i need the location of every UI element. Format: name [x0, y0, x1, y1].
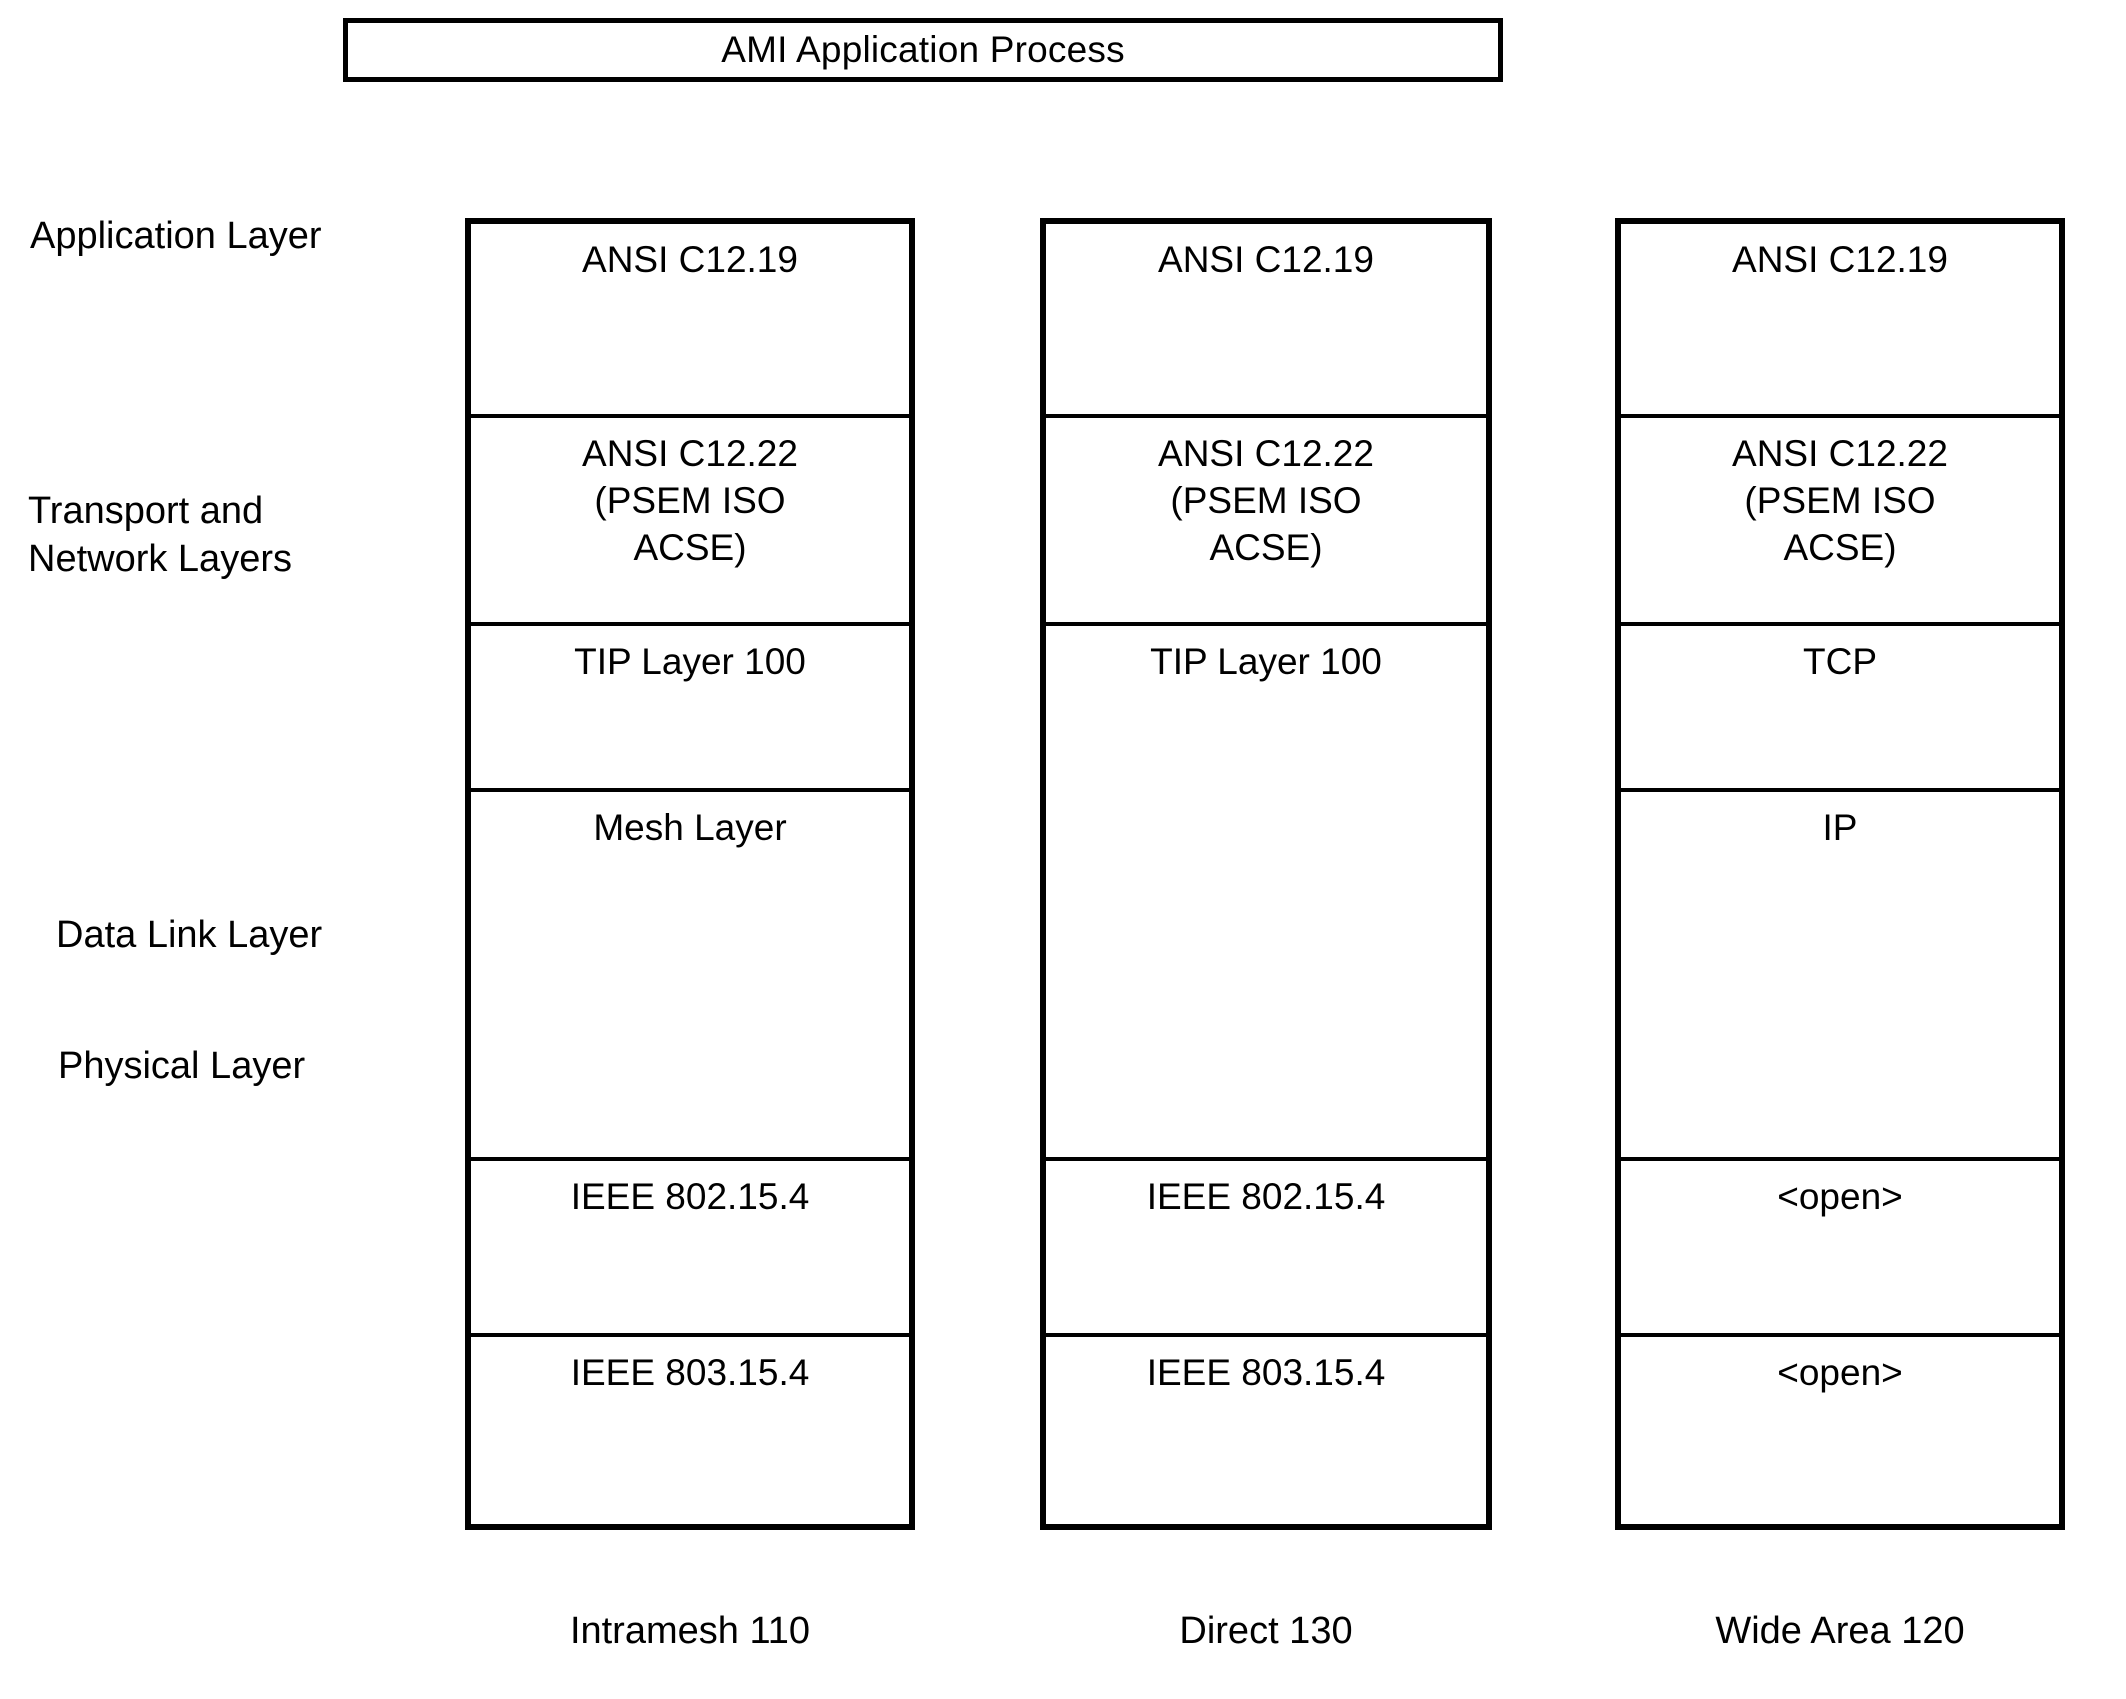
stack-cell: Mesh Layer: [471, 792, 909, 1162]
stack-cell-label: ANSI C12.22 (PSEM ISO ACSE): [1158, 432, 1374, 568]
stack-cell: ANSI C12.22 (PSEM ISO ACSE): [1621, 418, 2059, 626]
stack-cell-label: ANSI C12.19: [1732, 239, 1948, 280]
layer-caption-physical-layer: Physical Layer: [58, 1045, 306, 1087]
stack-cell: ANSI C12.19: [1046, 224, 1486, 418]
stack-cell-label: IEEE 802.15.4: [1146, 1176, 1386, 1218]
protocol-stack-wide-area: ANSI C12.19 ANSI C12.22 (PSEM ISO ACSE) TC…: [1615, 218, 2065, 1530]
stack-cell-label: IEEE 803.15.4: [1146, 1351, 1386, 1393]
stack-cell: IEEE 803.15.4: [471, 1337, 909, 1524]
stack-cell: TIP Layer 100: [1046, 626, 1486, 1162]
layer-caption-data-link-layer: Data Link Layer: [56, 914, 323, 956]
stack-cell-label: IEEE 802.15.4: [570, 1176, 810, 1218]
stack-cell: ANSI C12.19: [1621, 224, 2059, 418]
stack-cell-label: IP: [1822, 807, 1858, 849]
stack-caption-intramesh: Intramesh 110: [569, 1610, 811, 1652]
stack-cell: TCP: [1621, 626, 2059, 793]
stack-cell-label: TIP Layer 100: [574, 640, 806, 682]
stack-cell-label: <open>: [1777, 1351, 1903, 1393]
stack-cell: ANSI C12.22 (PSEM ISO ACSE): [1046, 418, 1486, 626]
stack-cell: IEEE 803.15.4: [1046, 1337, 1486, 1524]
ami-application-process-box: AMI Application Process: [343, 18, 1503, 82]
layer-caption-transport-and-network-layers: Transport and Network Layers: [28, 490, 292, 580]
protocol-stack-intramesh: ANSI C12.19 ANSI C12.22 (PSEM ISO ACSE) TI…: [465, 218, 915, 1530]
stack-cell-label: ANSI C12.19: [1158, 239, 1374, 280]
stack-cell-label: ANSI C12.22 (PSEM ISO ACSE): [582, 432, 798, 568]
stack-cell: <open>: [1621, 1161, 2059, 1337]
figure-canvas: AMI Application Process Application Laye…: [0, 0, 2126, 1699]
stack-cell: ANSI C12.19: [471, 224, 909, 418]
stack-cell: IP: [1621, 792, 2059, 1162]
stack-cell: ANSI C12.22 (PSEM ISO ACSE): [471, 418, 909, 626]
stack-cell: TIP Layer 100: [471, 626, 909, 793]
stack-caption-wide-area: Wide Area 120: [1715, 1610, 1965, 1652]
stack-cell-label: Mesh Layer: [593, 807, 787, 849]
stack-cell-label: ANSI C12.22 (PSEM ISO ACSE): [1732, 432, 1948, 568]
stack-caption-direct: Direct 130: [1179, 1610, 1353, 1652]
stack-cell: IEEE 802.15.4: [471, 1161, 909, 1337]
stack-cell: <open>: [1621, 1337, 2059, 1524]
stack-cell-label: TCP: [1803, 640, 1877, 682]
stack-cell-label: TIP Layer 100: [1150, 640, 1382, 682]
stack-cell-label: ANSI C12.19: [582, 239, 798, 280]
stack-cell: IEEE 802.15.4: [1046, 1161, 1486, 1337]
stack-cell-label: <open>: [1777, 1176, 1903, 1218]
layer-caption-application-layer: Application Layer: [30, 215, 322, 257]
protocol-stack-direct: ANSI C12.19 ANSI C12.22 (PSEM ISO ACSE) TI…: [1040, 218, 1492, 1530]
ami-application-process-label: AMI Application Process: [721, 29, 1125, 70]
stack-cell-label: IEEE 803.15.4: [570, 1351, 810, 1393]
